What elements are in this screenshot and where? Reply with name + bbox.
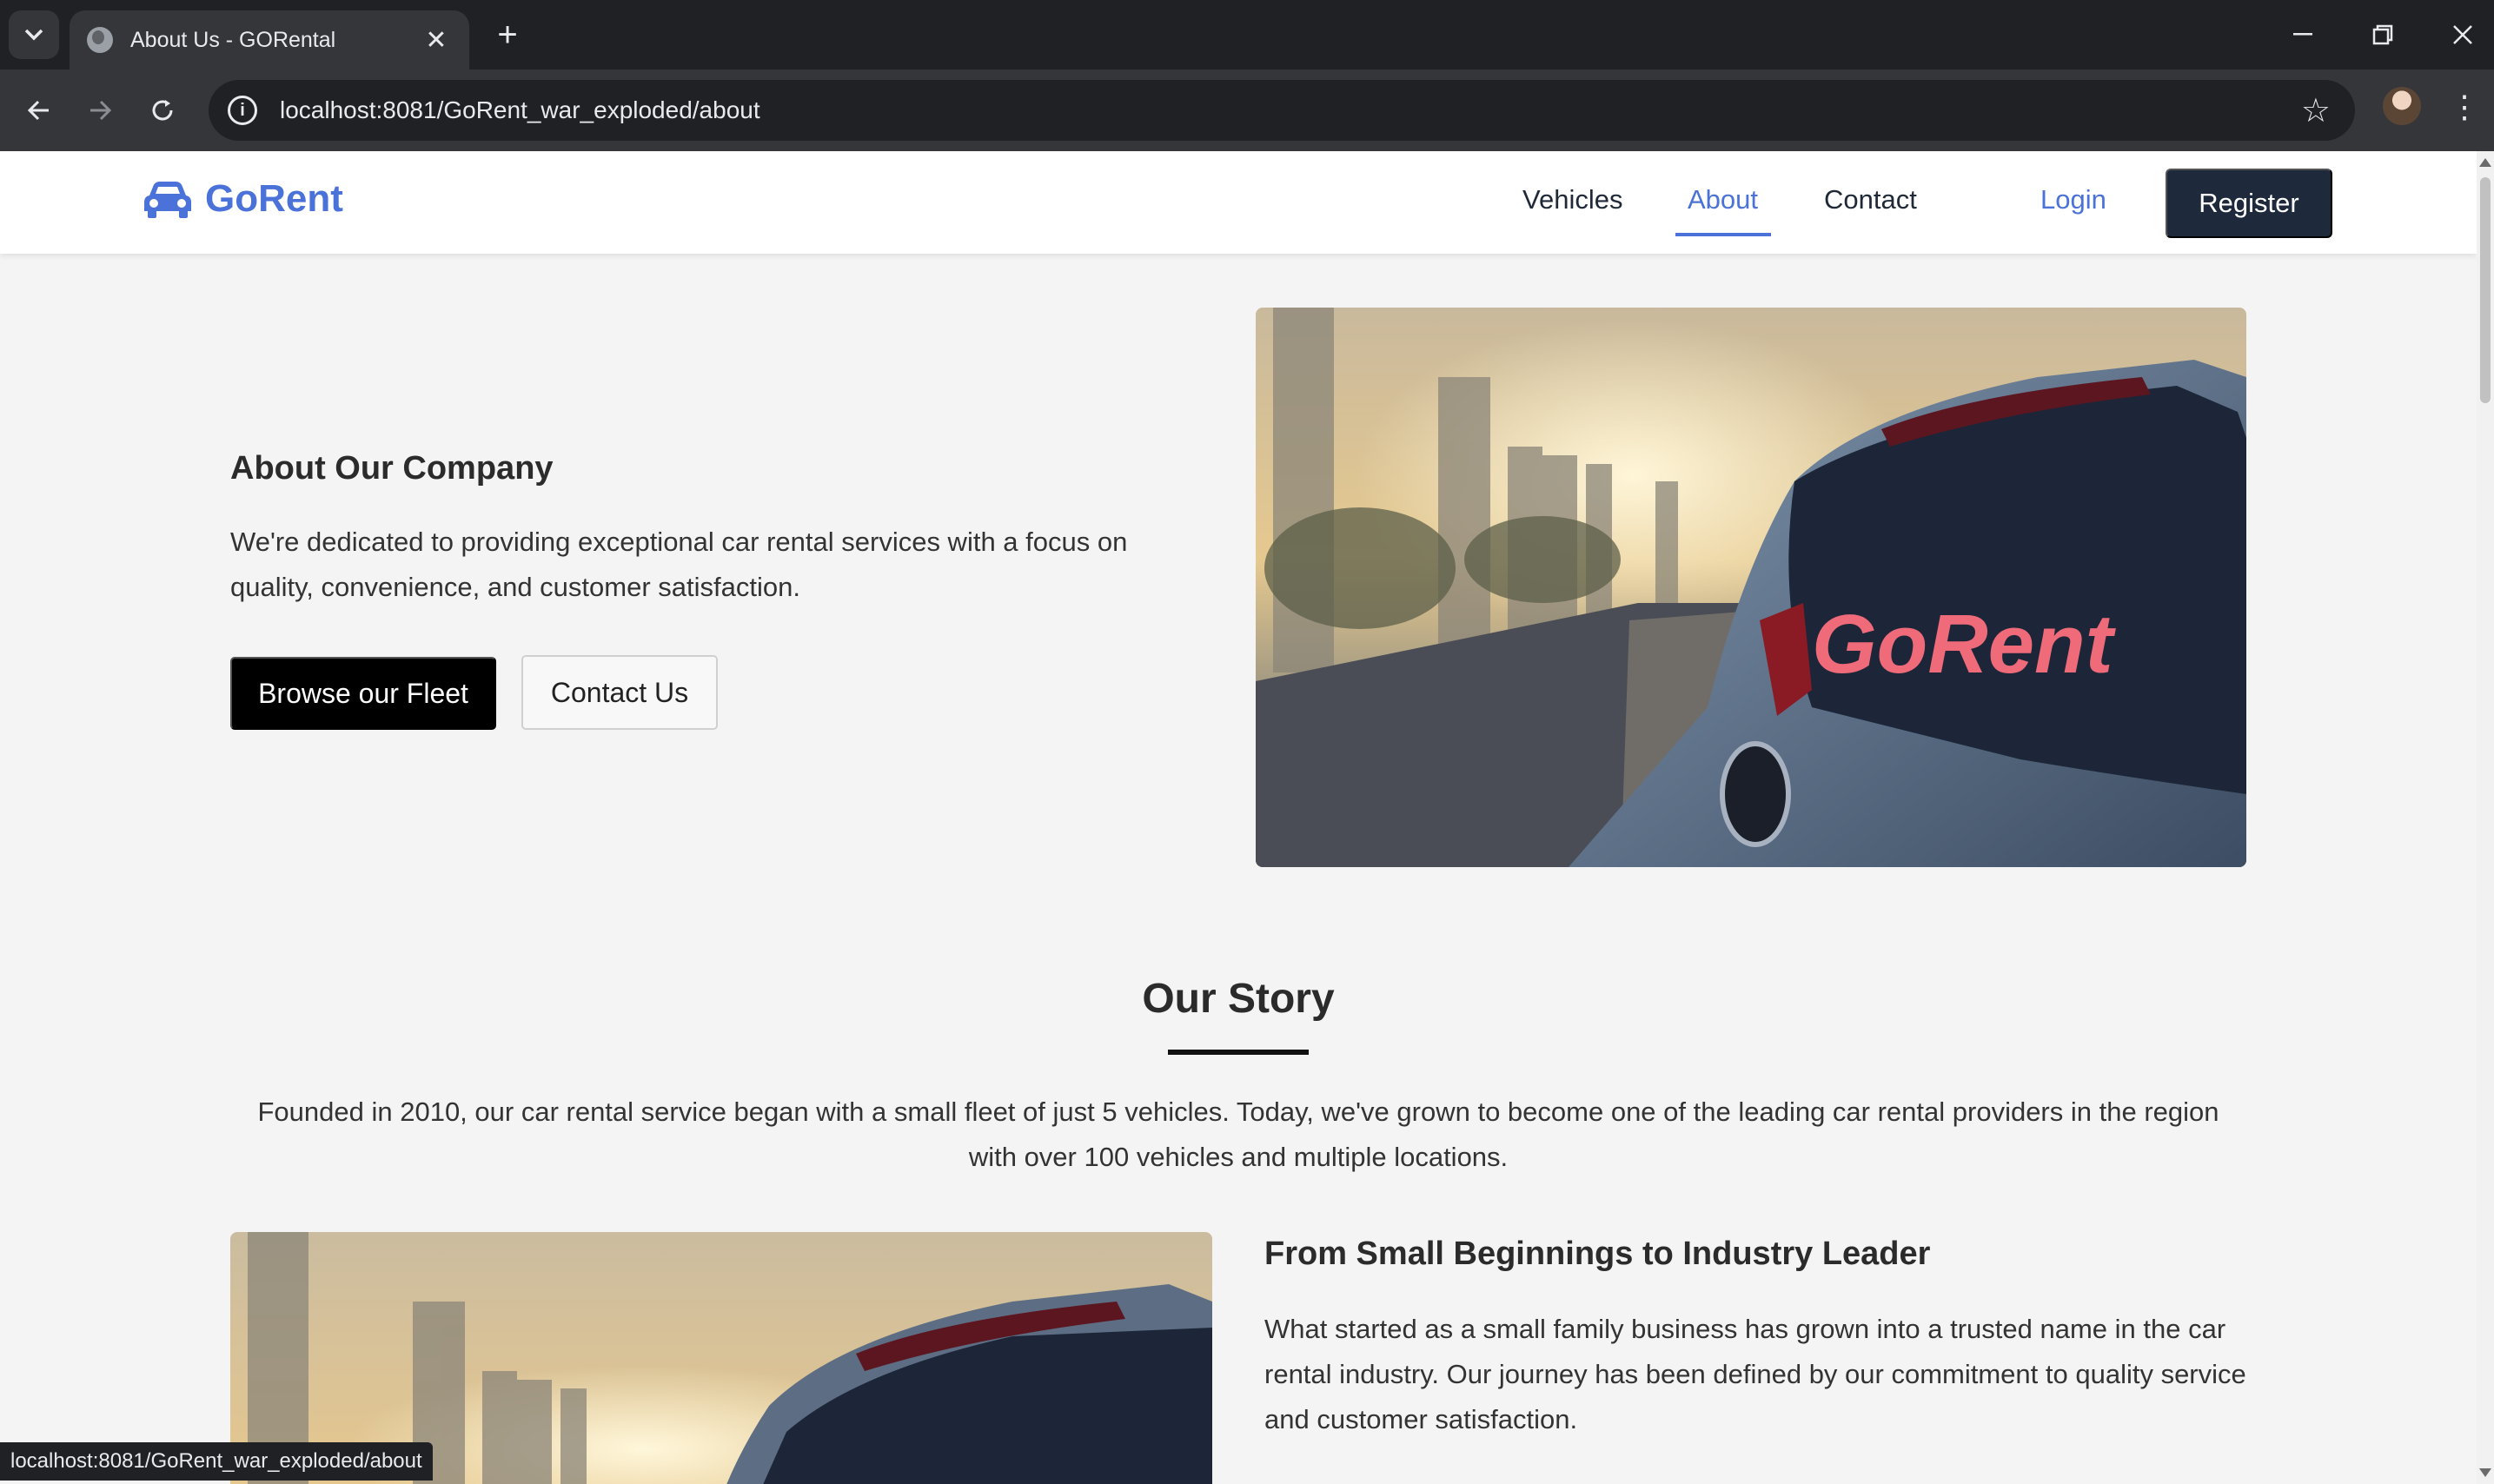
- scroll-up-arrow-icon[interactable]: [2479, 158, 2491, 167]
- reload-icon[interactable]: [141, 89, 184, 132]
- browse-fleet-button[interactable]: Browse our Fleet: [230, 657, 496, 730]
- scroll-down-arrow-icon[interactable]: [2479, 1468, 2491, 1477]
- close-tab-icon[interactable]: ✕: [421, 25, 452, 56]
- new-tab-button[interactable]: +: [487, 14, 528, 56]
- about-title: About Our Company: [230, 450, 554, 487]
- brand-name: GoRent: [205, 177, 343, 220]
- svg-text:GoRent: GoRent: [1812, 598, 2117, 691]
- browser-toolbar: i localhost:8081/GoRent_war_exploded/abo…: [0, 70, 2494, 151]
- story-text: Founded in 2010, our car rental service …: [257, 1096, 2219, 1172]
- page-scrollbar[interactable]: [2477, 151, 2494, 1484]
- tab-title: About Us - GORental: [130, 27, 336, 52]
- back-icon[interactable]: [17, 89, 61, 132]
- nav-contact[interactable]: Contact: [1824, 184, 1917, 215]
- hero-car-image: GoRent: [1256, 308, 2246, 867]
- story-divider: [1168, 1050, 1309, 1055]
- scroll-thumb[interactable]: [2480, 177, 2491, 403]
- restore-icon[interactable]: [2357, 12, 2409, 57]
- browser-menu-icon[interactable]: ⋮: [2447, 85, 2482, 129]
- url-text[interactable]: localhost:8081/GoRent_war_exploded/about: [280, 96, 2301, 124]
- car-icon: [144, 182, 191, 218]
- close-window-icon[interactable]: [2437, 12, 2489, 57]
- minimize-icon[interactable]: [2277, 12, 2329, 57]
- forward-icon[interactable]: [78, 89, 122, 132]
- page-viewport: GoRent Vehicles About Contact Login Regi…: [0, 151, 2477, 1484]
- brand-logo[interactable]: GoRent: [143, 177, 343, 221]
- status-bar-url: localhost:8081/GoRent_war_exploded/about: [0, 1442, 433, 1481]
- address-bar[interactable]: i localhost:8081/GoRent_war_exploded/abo…: [209, 80, 2355, 141]
- contact-us-button[interactable]: Contact Us: [521, 655, 718, 730]
- login-link[interactable]: Login: [2040, 184, 2106, 215]
- globe-icon: [87, 27, 113, 53]
- story-heading: Our Story: [1142, 976, 1335, 1022]
- profile-avatar[interactable]: [2383, 87, 2421, 125]
- browser-tabstrip: About Us - GORental ✕ +: [0, 0, 2494, 70]
- tab-search-button[interactable]: [9, 10, 59, 59]
- register-button[interactable]: Register: [2166, 169, 2332, 238]
- chevron-down-icon: [24, 29, 43, 41]
- browser-tab-active[interactable]: About Us - GORental ✕: [70, 10, 469, 70]
- nav-active-indicator: [1675, 233, 1771, 236]
- bookmark-star-icon[interactable]: ☆: [2301, 91, 2331, 130]
- story-subheading: From Small Beginnings to Industry Leader: [1264, 1236, 1931, 1272]
- story-subtext: What started as a small family business …: [1264, 1314, 2246, 1434]
- nav-vehicles[interactable]: Vehicles: [1522, 184, 1622, 215]
- site-info-icon[interactable]: i: [228, 96, 257, 125]
- site-header: GoRent Vehicles About Contact Login Regi…: [0, 151, 2477, 254]
- nav-about[interactable]: About: [1688, 184, 1758, 215]
- about-description: We're dedicated to providing exceptional…: [230, 527, 1128, 602]
